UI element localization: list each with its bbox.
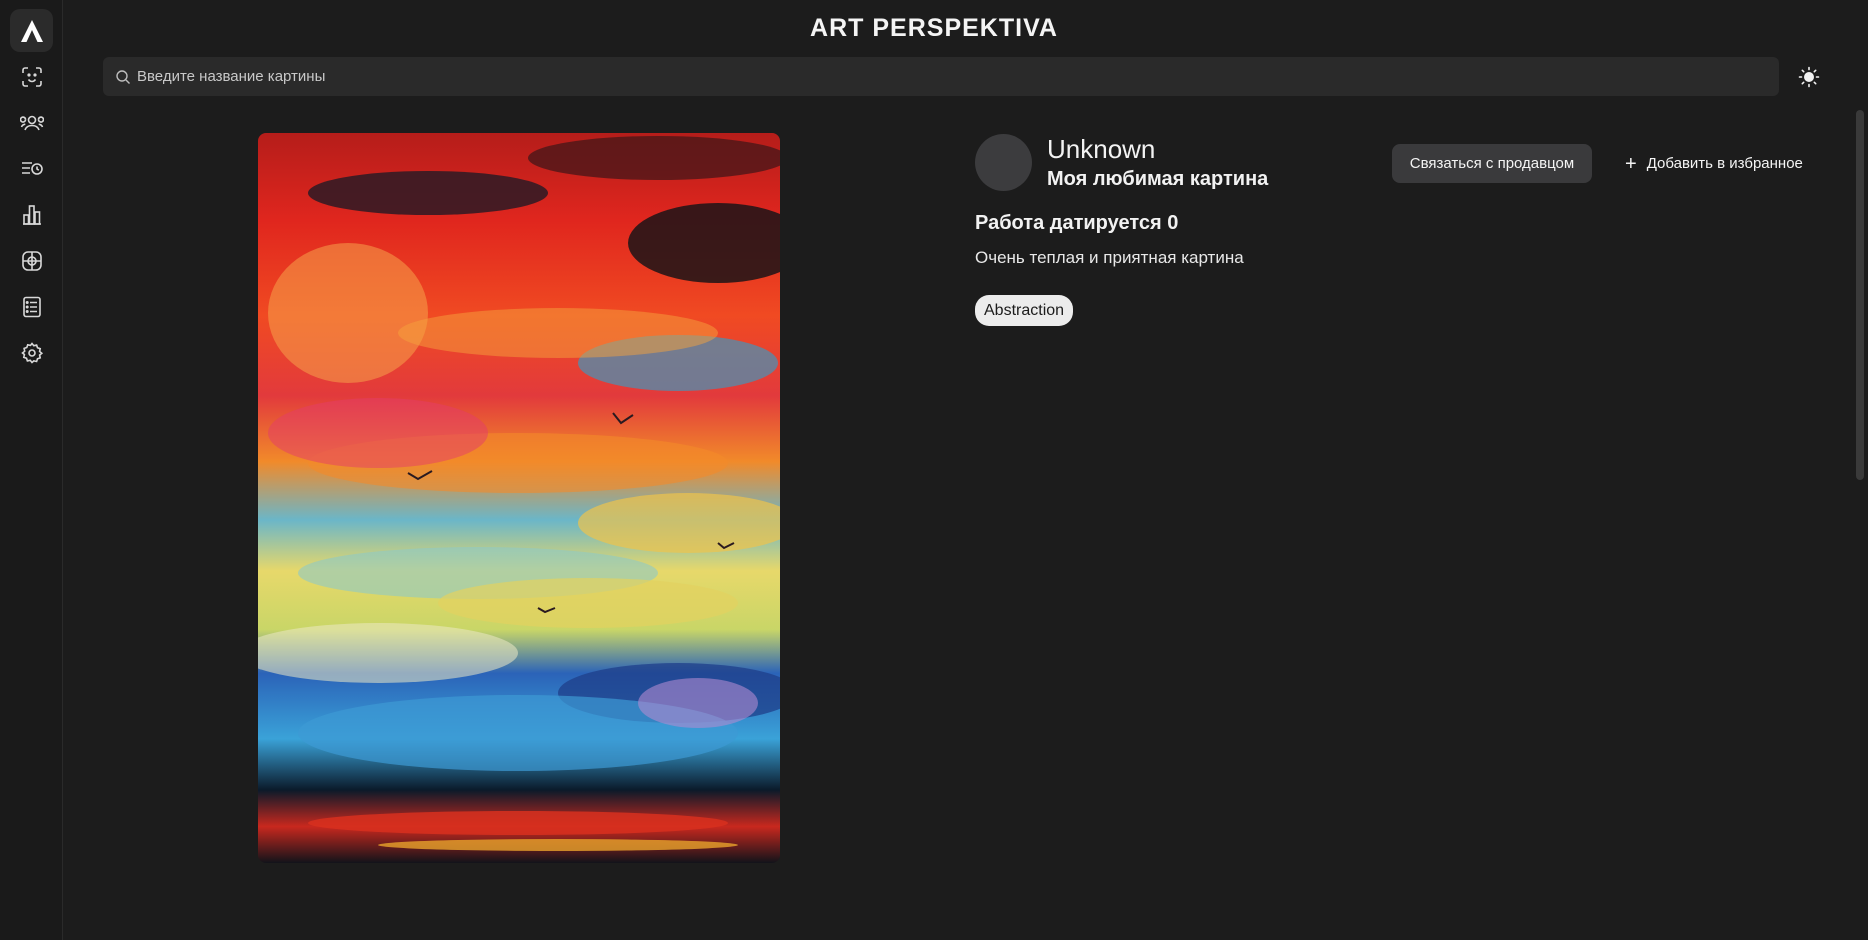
artwork-title: Моя любимая картина [1047, 168, 1269, 190]
document-list-icon [23, 296, 41, 318]
sidebar-item-history[interactable] [19, 156, 45, 182]
sidebar-item-settings[interactable] [19, 340, 45, 366]
gallery-icon [22, 251, 42, 271]
sun-icon [1798, 66, 1820, 88]
search-bar[interactable] [103, 57, 1779, 96]
sidebar-item-documents[interactable] [19, 294, 45, 320]
search-input[interactable] [137, 68, 1737, 85]
artwork-image [258, 133, 780, 863]
app-title: ART PERSPEKTIVA [810, 14, 1058, 42]
sidebar-item-stats[interactable] [19, 202, 45, 228]
contact-seller-button[interactable]: Связаться с продавцом [1392, 144, 1592, 183]
abstract-painting [258, 133, 780, 863]
artwork-date: Работа датируется 0 [975, 212, 1179, 234]
artwork-description: Очень теплая и приятная картина [975, 248, 1244, 267]
bar-chart-icon [23, 205, 41, 225]
face-scan-icon [22, 67, 42, 87]
sidebar-item-gallery[interactable] [19, 248, 45, 274]
sidebar-item-face-scan[interactable] [19, 64, 45, 90]
sidebar [0, 0, 63, 940]
author-avatar[interactable] [975, 134, 1032, 191]
search-icon [116, 69, 130, 84]
add-to-favorites-label: Добавить в избранное [1646, 155, 1803, 172]
theme-toggle-button[interactable] [1796, 64, 1822, 90]
author-name[interactable]: Unknown [1047, 134, 1155, 165]
people-icon [20, 115, 44, 131]
gear-icon [21, 342, 44, 364]
scrollbar[interactable] [1856, 110, 1864, 940]
add-to-favorites-button[interactable]: + Добавить в избранное [1625, 144, 1803, 183]
sidebar-item-people[interactable] [19, 110, 45, 136]
genre-tag[interactable]: Abstraction [975, 295, 1074, 326]
scrollbar-thumb[interactable] [1856, 110, 1864, 480]
plus-icon: + [1625, 152, 1637, 175]
list-clock-icon [22, 162, 43, 175]
